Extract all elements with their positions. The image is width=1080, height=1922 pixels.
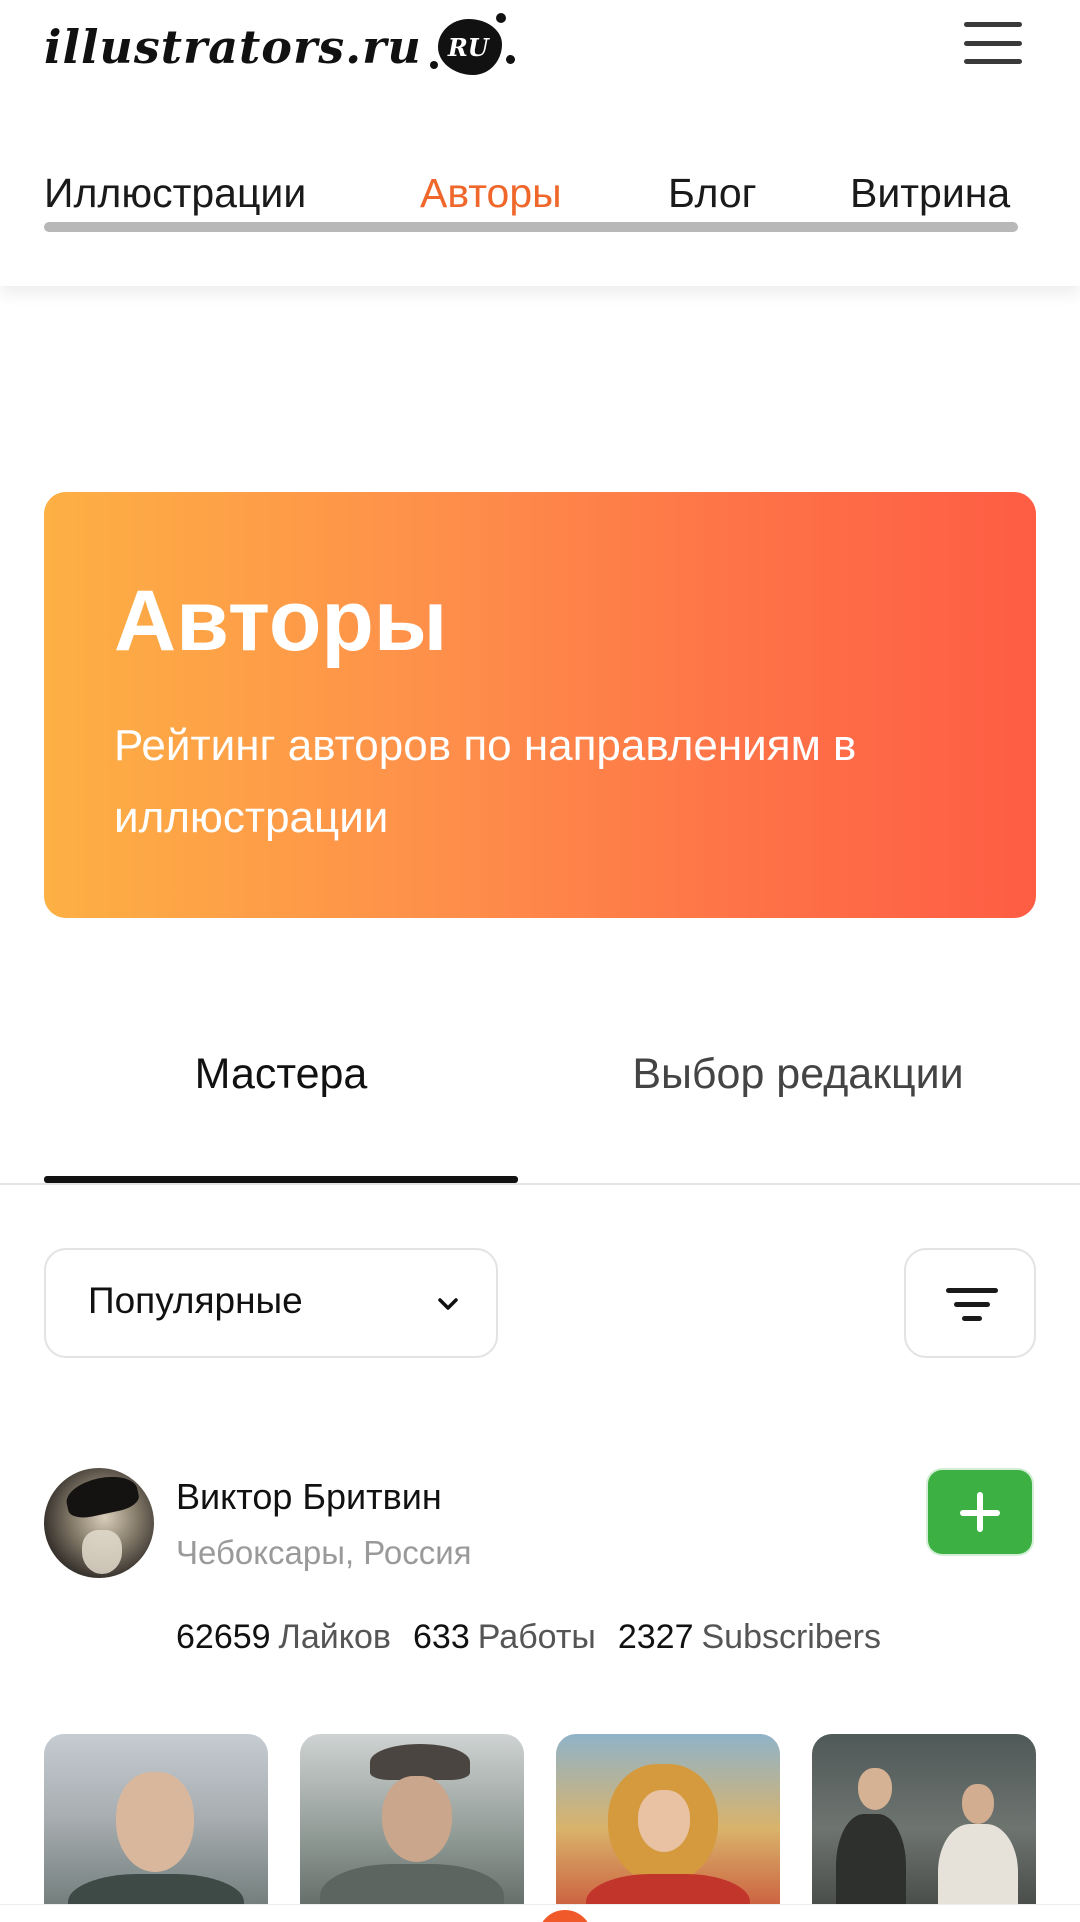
tab-editors-choice[interactable]: Выбор редакции bbox=[562, 1050, 1034, 1099]
author-stats: 62659 Лайков 633 Работы 2327 Subscribers bbox=[176, 1618, 903, 1657]
artwork-thumbnail[interactable] bbox=[556, 1734, 780, 1922]
nav-item-illustrations[interactable]: Иллюстрации bbox=[44, 170, 306, 217]
artwork-thumbnail[interactable] bbox=[44, 1734, 268, 1922]
stat-works-label: Работы bbox=[477, 1618, 596, 1656]
artwork-thumbnail[interactable] bbox=[300, 1734, 524, 1922]
hero-banner: Авторы Рейтинг авторов по направлениям в… bbox=[44, 492, 1036, 918]
active-tab-indicator bbox=[44, 1176, 518, 1183]
artwork-thumbnail[interactable] bbox=[812, 1734, 1036, 1922]
main-nav: Иллюстрации Авторы Блог Витрина bbox=[44, 170, 1024, 234]
stat-subscribers-value: 2327 bbox=[617, 1618, 694, 1656]
logo-text: illustrators.ru bbox=[44, 20, 422, 74]
stat-subscribers: 2327 Subscribers bbox=[618, 1618, 881, 1657]
stat-subscribers-label: Subscribers bbox=[701, 1618, 881, 1656]
tab-masters[interactable]: Мастера bbox=[0, 1050, 562, 1099]
nav-item-showcase[interactable]: Витрина bbox=[850, 170, 1010, 217]
sort-select-value: Популярные bbox=[88, 1280, 303, 1321]
author-name[interactable]: Виктор Бритвин bbox=[176, 1476, 442, 1518]
nav-scrollbar[interactable] bbox=[44, 222, 1018, 232]
filter-button[interactable] bbox=[904, 1248, 1036, 1358]
nav-item-blog[interactable]: Блог bbox=[668, 170, 757, 217]
sort-select[interactable]: Популярные bbox=[44, 1248, 498, 1358]
author-location: Чебоксары, Россия bbox=[176, 1534, 472, 1571]
logo-ink-blot-icon: RU bbox=[426, 9, 518, 85]
site-header: illustrators.ru RU Иллюстрации Авторы Бл… bbox=[0, 0, 1080, 286]
chevron-down-icon bbox=[438, 1298, 458, 1310]
nav-item-authors[interactable]: Авторы bbox=[420, 170, 562, 217]
stat-works: 633 Работы bbox=[413, 1618, 596, 1657]
author-tabs: Мастера Выбор редакции bbox=[0, 1030, 1080, 1185]
page-subtitle: Рейтинг авторов по направлениям в иллюст… bbox=[114, 721, 857, 842]
bottom-bar bbox=[0, 1904, 1080, 1922]
site-logo[interactable]: illustrators.ru RU bbox=[44, 10, 518, 84]
stat-likes-value: 62659 bbox=[176, 1618, 271, 1656]
avatar[interactable] bbox=[44, 1468, 154, 1578]
tabs-divider bbox=[0, 1183, 1080, 1185]
stat-works-value: 633 bbox=[413, 1618, 470, 1656]
follow-button[interactable] bbox=[928, 1470, 1032, 1554]
page-title: Авторы bbox=[114, 573, 448, 669]
stat-likes: 62659 Лайков bbox=[176, 1618, 391, 1657]
stat-likes-label: Лайков bbox=[278, 1618, 391, 1656]
hamburger-icon[interactable] bbox=[962, 18, 1024, 68]
logo-badge: RU bbox=[447, 33, 489, 62]
